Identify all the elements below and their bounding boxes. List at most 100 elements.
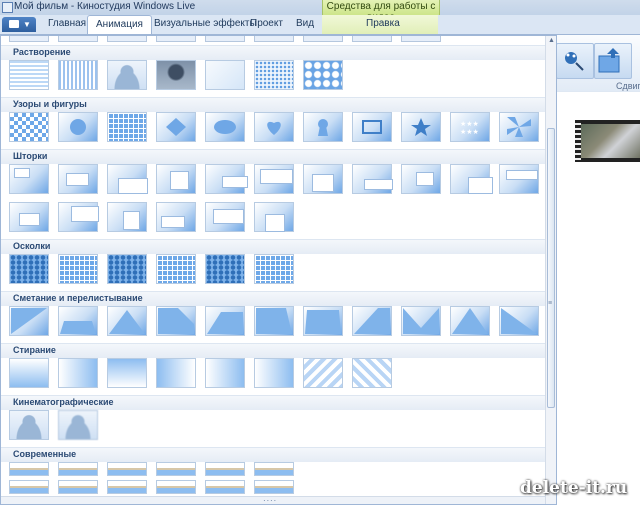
transition-thumb[interactable]: [205, 36, 245, 42]
transition-thumb[interactable]: [58, 164, 98, 194]
transition-thumb[interactable]: [303, 60, 343, 90]
transition-thumb[interactable]: [156, 480, 196, 494]
transition-thumb[interactable]: [58, 36, 98, 42]
transition-thumb[interactable]: [156, 112, 196, 142]
transition-thumb[interactable]: [401, 164, 441, 194]
transition-thumb[interactable]: [156, 358, 196, 388]
transition-thumb[interactable]: [254, 462, 294, 476]
transition-thumb[interactable]: [107, 112, 147, 142]
transition-thumb[interactable]: [9, 164, 49, 194]
transition-thumb[interactable]: [205, 480, 245, 494]
pan-zoom-button[interactable]: [556, 43, 594, 79]
gallery-resize-handle[interactable]: ∙∙∙∙: [1, 495, 545, 504]
transition-thumb[interactable]: [58, 202, 99, 232]
transition-thumb[interactable]: [107, 254, 147, 284]
transition-thumb[interactable]: [9, 462, 49, 476]
transition-thumb[interactable]: [205, 202, 245, 232]
tab-animation[interactable]: Анимация: [87, 15, 152, 34]
transition-thumb[interactable]: [499, 306, 539, 336]
transition-thumb[interactable]: [401, 112, 441, 142]
transition-thumb[interactable]: [9, 480, 49, 494]
transition-thumb[interactable]: [499, 112, 539, 142]
tab-edit[interactable]: Правка: [366, 18, 400, 29]
transition-thumb[interactable]: [254, 254, 294, 284]
transition-thumb[interactable]: [352, 36, 392, 42]
transition-thumb[interactable]: [156, 462, 196, 476]
transition-thumb[interactable]: [9, 254, 49, 284]
pan-up-button[interactable]: [594, 43, 632, 79]
transition-thumb[interactable]: [107, 60, 147, 90]
transition-thumb[interactable]: [107, 358, 147, 388]
transition-thumb[interactable]: [9, 60, 49, 90]
tab-view[interactable]: Вид: [296, 18, 314, 29]
transition-thumb[interactable]: [9, 306, 49, 336]
gallery-scrollbar[interactable]: ▲ ≡: [545, 36, 556, 504]
transition-thumb[interactable]: [254, 36, 294, 42]
transition-thumb[interactable]: [156, 202, 196, 232]
svg-text:★★★: ★★★: [460, 120, 479, 128]
transition-thumb[interactable]: [58, 358, 98, 388]
transition-thumb[interactable]: [303, 358, 343, 388]
transition-thumb[interactable]: [254, 480, 294, 494]
transition-thumb[interactable]: [156, 164, 196, 194]
transition-thumb[interactable]: [352, 358, 392, 388]
transition-thumb[interactable]: [450, 306, 490, 336]
transition-thumb[interactable]: [107, 202, 147, 232]
transition-thumb[interactable]: [303, 112, 343, 142]
transition-thumb[interactable]: [303, 306, 343, 336]
transition-thumb[interactable]: [205, 60, 245, 90]
transition-thumb[interactable]: [156, 254, 196, 284]
transition-thumb[interactable]: [205, 306, 245, 336]
transition-thumb[interactable]: [107, 480, 147, 494]
transition-thumb[interactable]: [205, 358, 245, 388]
file-menu-button[interactable]: ▼: [2, 17, 36, 32]
transition-thumb[interactable]: [9, 36, 49, 42]
tab-visual-effects[interactable]: Визуальные эффекты: [154, 18, 257, 29]
transition-thumb[interactable]: [156, 306, 196, 336]
transition-thumb[interactable]: [254, 164, 294, 194]
transition-thumb[interactable]: [9, 112, 49, 142]
tab-home[interactable]: Главная: [48, 18, 86, 29]
transition-thumb[interactable]: [254, 112, 294, 142]
transition-thumb[interactable]: [254, 358, 294, 388]
transition-thumb[interactable]: [205, 254, 245, 284]
transition-thumb[interactable]: [58, 60, 98, 90]
transition-thumb[interactable]: [156, 36, 196, 42]
transition-thumb[interactable]: [254, 306, 294, 336]
transition-thumb[interactable]: [499, 164, 539, 194]
transition-thumb[interactable]: [450, 164, 493, 194]
transition-thumb[interactable]: [303, 36, 343, 42]
transition-thumb[interactable]: [205, 164, 248, 194]
scroll-thumb[interactable]: [547, 128, 555, 408]
transition-thumb[interactable]: [401, 36, 441, 42]
transition-thumb[interactable]: [9, 202, 49, 232]
transition-thumb[interactable]: [352, 112, 392, 142]
transition-thumb[interactable]: [107, 36, 147, 42]
transition-thumb[interactable]: [58, 462, 98, 476]
transition-thumb[interactable]: [352, 164, 393, 194]
transition-thumb[interactable]: [401, 306, 441, 336]
transition-thumb[interactable]: [9, 410, 49, 440]
transition-thumb[interactable]: [107, 462, 147, 476]
video-clip[interactable]: [575, 120, 640, 162]
transition-thumb[interactable]: [58, 410, 98, 440]
transition-thumb[interactable]: [254, 60, 294, 90]
transition-thumb[interactable]: [107, 306, 147, 336]
transition-thumb[interactable]: [9, 358, 49, 388]
transition-thumb[interactable]: [58, 254, 98, 284]
transition-thumb[interactable]: [156, 60, 196, 90]
transition-thumb[interactable]: ★★★ ★★★: [450, 112, 490, 142]
transition-thumb[interactable]: [352, 306, 392, 336]
transition-thumb[interactable]: [58, 306, 98, 336]
transition-thumb[interactable]: [58, 480, 98, 494]
app-icon[interactable]: [2, 2, 13, 13]
transition-thumb[interactable]: [303, 164, 343, 194]
tab-project[interactable]: Проект: [250, 18, 283, 29]
ribbon-tab-bar: ▼ Главная Анимация Визуальные эффекты Пр…: [0, 15, 640, 35]
transition-thumb[interactable]: [205, 462, 245, 476]
scroll-up-icon[interactable]: ▲: [547, 37, 556, 46]
transition-thumb[interactable]: [107, 164, 148, 194]
transition-thumb[interactable]: [205, 112, 245, 142]
transition-thumb[interactable]: [58, 112, 98, 142]
transition-thumb[interactable]: [254, 202, 294, 232]
